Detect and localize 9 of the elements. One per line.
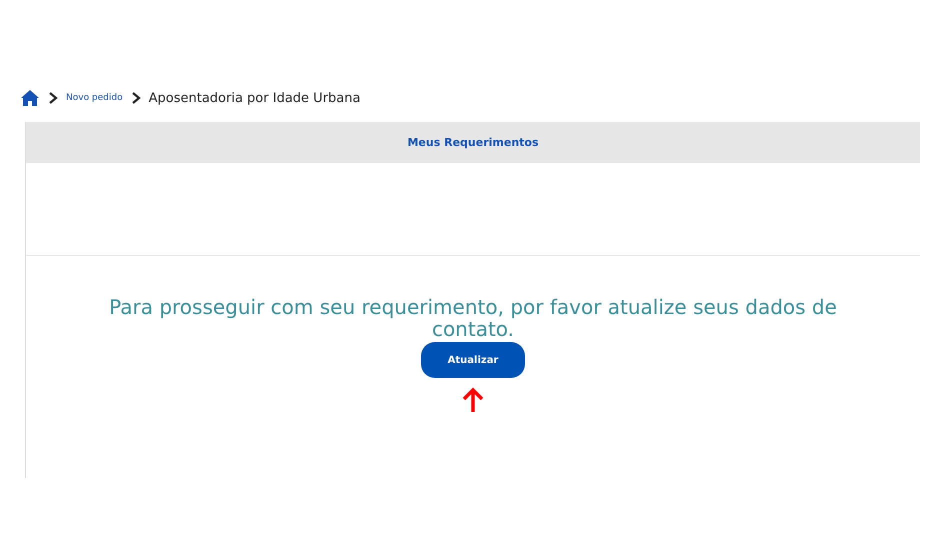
breadcrumb-link[interactable]: Novo pedido xyxy=(66,93,123,103)
breadcrumb-current: Aposentadoria por Idade Urbana xyxy=(148,90,360,106)
message-text: Para prosseguir com seu requerimento, por favor atualize seus dados de contato. xyxy=(108,296,838,340)
arrow-icon xyxy=(461,387,485,413)
chevron-icon xyxy=(130,92,141,104)
section-header[interactable]: Meus Requerimentos xyxy=(26,122,920,163)
chevron-icon xyxy=(48,92,58,104)
update-button[interactable]: Atualizar xyxy=(421,342,525,378)
home-icon[interactable] xyxy=(20,89,40,107)
